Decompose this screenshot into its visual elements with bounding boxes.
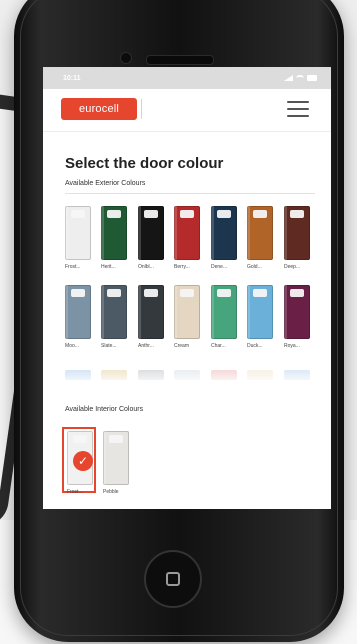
door-glass-panel (71, 210, 85, 218)
status-time: 10:11 (63, 74, 81, 82)
door-shading (138, 285, 141, 339)
home-button[interactable] (144, 550, 202, 608)
door-glass-panel (290, 289, 304, 297)
exterior-colour-swatch[interactable] (65, 285, 91, 339)
door-shading (284, 206, 287, 260)
exterior-colour-label: Roya... (284, 343, 300, 349)
exterior-colour-label: Dene... (211, 264, 228, 270)
door-glass-panel (180, 210, 194, 218)
door-shading (65, 285, 68, 339)
exterior-colour-label: Anthr... (138, 343, 154, 349)
interior-colour-label: Frost... (67, 489, 83, 495)
exterior-colour-label: Onlbl... (138, 264, 154, 270)
door-glass-panel (253, 210, 267, 218)
exterior-colours-heading: Available Exterior Colours (65, 180, 146, 187)
door-glass-panel (290, 210, 304, 218)
exterior-colour-label: Moo... (65, 343, 79, 349)
door-shading (65, 206, 68, 260)
exterior-colour-label: Cream (174, 343, 190, 349)
door-shading (211, 285, 214, 339)
exterior-colour-swatch[interactable] (247, 285, 273, 339)
door-shading (211, 206, 214, 260)
status-bar: 10:11 (43, 67, 331, 89)
eurocell-logo[interactable]: eurocell (61, 98, 137, 120)
exterior-colour-label: Gold... (247, 264, 262, 270)
interior-colour-swatch[interactable] (103, 431, 129, 485)
exterior-colour-label: Char... (211, 343, 226, 349)
exterior-colour-swatch[interactable] (211, 206, 237, 260)
exterior-colour-swatch[interactable] (65, 206, 91, 260)
door-glass-panel (144, 210, 158, 218)
exterior-colour-label: Frost... (65, 264, 81, 270)
door-glass-panel (107, 289, 121, 297)
site-header: eurocell (43, 89, 331, 132)
exterior-colour-swatch[interactable] (247, 206, 273, 260)
door-shading (284, 285, 287, 339)
door-glass-panel (217, 210, 231, 218)
scroll-fade (61, 367, 313, 383)
door-glass-panel (144, 289, 158, 297)
door-shading (101, 206, 104, 260)
logo-divider (141, 99, 142, 119)
status-icons (284, 75, 317, 81)
checkmark-icon: ✓ (73, 451, 93, 471)
interior-colours-heading: Available Interior Colours (65, 406, 144, 413)
exterior-colour-label: Deep... (284, 264, 301, 270)
door-shading (138, 206, 141, 260)
exterior-colour-swatch[interactable] (101, 206, 127, 260)
home-square-icon (166, 572, 180, 586)
exterior-colour-swatch[interactable] (174, 285, 200, 339)
exterior-colour-swatch[interactable] (174, 206, 200, 260)
signal-icon (284, 75, 293, 81)
door-glass-panel (180, 289, 194, 297)
door-glass-panel (253, 289, 267, 297)
exterior-colour-swatch[interactable] (138, 206, 164, 260)
exterior-colour-swatch[interactable] (284, 206, 310, 260)
door-glass-panel (109, 435, 123, 443)
exterior-colour-label: Duck... (247, 343, 263, 349)
door-shading (103, 431, 106, 485)
interior-colour-label: Pebble (103, 489, 119, 495)
exterior-colour-label: Herit... (101, 264, 116, 270)
exterior-colour-swatch[interactable] (211, 285, 237, 339)
battery-icon (307, 75, 317, 81)
door-shading (247, 206, 250, 260)
door-glass-panel (71, 289, 85, 297)
exterior-colour-label: Berry... (174, 264, 190, 270)
wifi-icon (296, 75, 304, 81)
front-camera-icon (120, 52, 132, 64)
door-shading (101, 285, 104, 339)
door-shading (67, 431, 70, 485)
exterior-colour-label: Slate... (101, 343, 117, 349)
door-glass-panel (107, 210, 121, 218)
door-shading (247, 285, 250, 339)
divider (65, 193, 315, 194)
door-glass-panel (73, 435, 87, 443)
exterior-colour-swatch[interactable] (138, 285, 164, 339)
phone-device: 10:11 eurocell Select the door colour Av… (14, 0, 344, 642)
hamburger-menu-icon[interactable] (287, 101, 309, 117)
exterior-colour-swatch[interactable] (101, 285, 127, 339)
page-title: Select the door colour (65, 155, 224, 172)
door-shading (174, 285, 177, 339)
door-glass-panel (217, 289, 231, 297)
earpiece-speaker (146, 55, 214, 65)
exterior-colour-swatch[interactable] (284, 285, 310, 339)
phone-screen: 10:11 eurocell Select the door colour Av… (43, 67, 331, 509)
door-shading (174, 206, 177, 260)
